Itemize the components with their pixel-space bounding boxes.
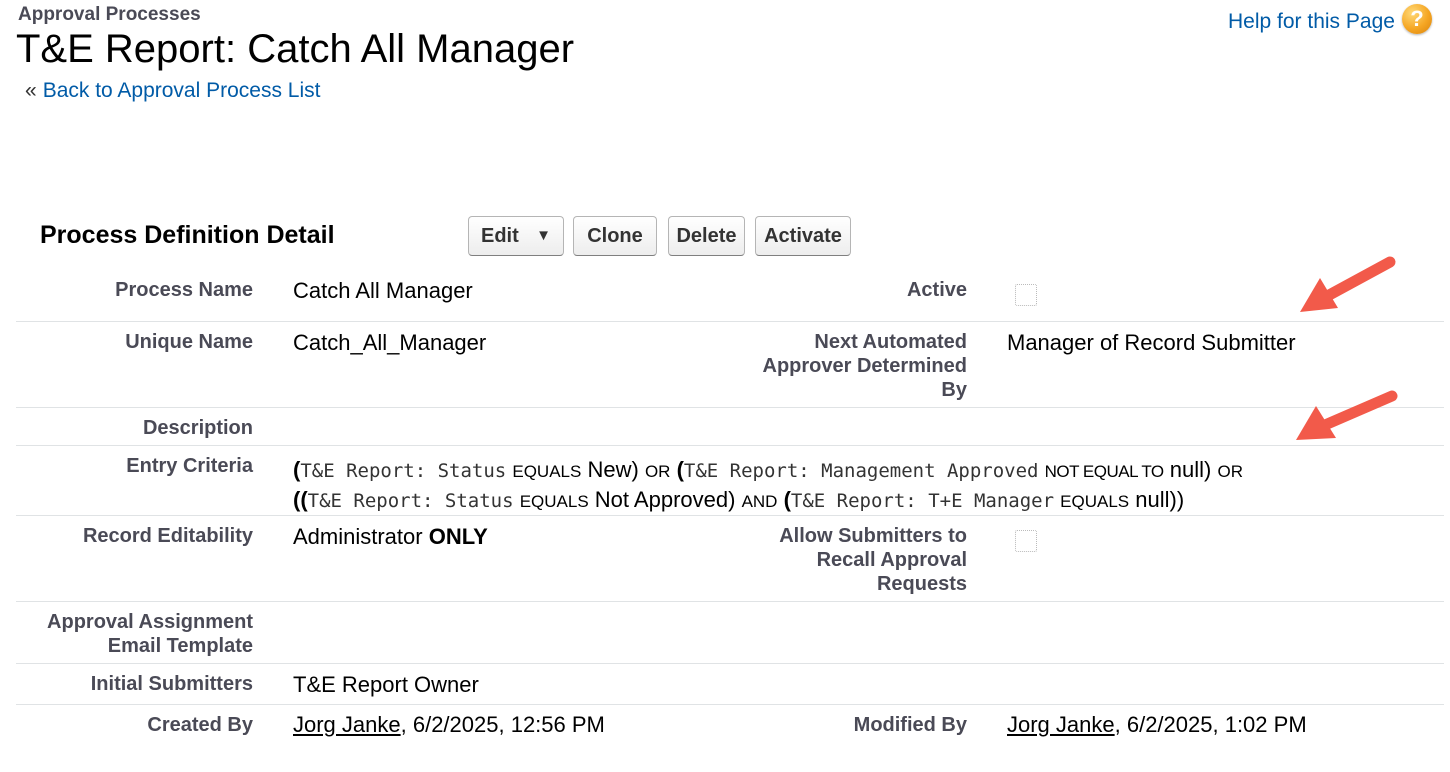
created-by-value: Jorg Janke, 6/2/2025, 12:56 PM (293, 713, 605, 737)
criteria-join: OR (1217, 462, 1243, 481)
criteria-field: T&E Report: T+E Manager (790, 490, 1055, 512)
row-divider (16, 704, 1444, 705)
criteria-join: OR (644, 462, 671, 481)
page-title: T&E Report: Catch All Manager (16, 27, 575, 71)
entry-criteria-label: Entry Criteria (126, 455, 253, 477)
criteria-value: New) (587, 457, 639, 482)
process-name-value: Catch All Manager (293, 278, 473, 303)
criteria-operator: EQUALS (519, 492, 589, 511)
next-approver-label-line: Approver Determined (762, 355, 968, 377)
criteria-field: T&E Report: Management Approved (683, 460, 1039, 482)
paren: ( (783, 487, 791, 512)
help-link[interactable]: Help for this Page (1228, 10, 1395, 34)
row-divider (16, 407, 1444, 408)
next-approver-label-line: By (941, 379, 967, 401)
next-approver-label-line: Next Automated (814, 331, 967, 353)
unique-name-label: Unique Name (125, 331, 253, 353)
breadcrumb: Approval Processes (18, 4, 201, 25)
criteria-operator: EQUALS (1060, 492, 1130, 511)
modified-by-value: Jorg Janke, 6/2/2025, 1:02 PM (1007, 713, 1307, 737)
created-by-label: Created By (147, 714, 253, 736)
back-link-container: « Back to Approval Process List (25, 79, 321, 103)
activate-button[interactable]: Activate (755, 216, 851, 256)
allow-recall-label-line: Allow Submitters to (779, 525, 967, 547)
chevron-down-icon[interactable]: ▼ (536, 217, 551, 255)
entry-criteria-value: (T&E Report: Status EQUALS New) OR (T&E … (293, 456, 1243, 516)
email-template-label-line: Email Template (107, 635, 253, 657)
allow-recall-label-line: Requests (876, 573, 967, 595)
allow-recall-label-line: Recall Approval (816, 549, 967, 571)
process-name-label: Process Name (115, 279, 253, 301)
allow-recall-label: Allow Submitters to Recall Approval Requ… (707, 524, 967, 596)
modified-by-date: , 6/2/2025, 1:02 PM (1114, 712, 1307, 737)
allow-recall-checkbox (1015, 530, 1037, 552)
criteria-operator: NOT EQUAL TO (1044, 462, 1165, 481)
created-by-user-link[interactable]: Jorg Janke (293, 712, 401, 737)
section-title: Process Definition Detail (40, 221, 335, 249)
entry-criteria-line-1: (T&E Report: Status EQUALS New) OR (T&E … (293, 456, 1243, 486)
annotation-arrow-icon (1300, 256, 1396, 312)
row-divider (16, 445, 1444, 446)
back-arrow-icon: « (25, 79, 37, 102)
email-template-label: Approval Assignment Email Template (13, 610, 253, 658)
delete-button[interactable]: Delete (668, 216, 745, 256)
criteria-join: AND (741, 492, 778, 511)
entry-criteria-line-2: ((T&E Report: Status EQUALS Not Approved… (293, 486, 1243, 516)
email-template-label-line: Approval Assignment (47, 611, 253, 633)
paren: (( (293, 487, 308, 512)
description-label: Description (142, 417, 253, 439)
initial-submitters-label: Initial Submitters (90, 673, 253, 695)
row-divider (16, 601, 1444, 602)
criteria-field: T&E Report: Status (307, 490, 514, 512)
criteria-value: Not Approved) (594, 487, 736, 512)
row-divider (16, 321, 1444, 322)
record-editability-label: Record Editability (82, 525, 253, 547)
modified-by-user-link[interactable]: Jorg Janke (1007, 712, 1115, 737)
initial-submitters-value: T&E Report Owner (293, 672, 479, 697)
criteria-value: null) (1169, 457, 1212, 482)
annotation-arrow-icon (1296, 390, 1398, 440)
criteria-value: null)) (1135, 487, 1185, 512)
paren: ( (676, 457, 684, 482)
criteria-field: T&E Report: Status (300, 460, 507, 482)
help-icon[interactable]: ? (1402, 4, 1432, 34)
modified-by-label: Modified By (853, 714, 967, 736)
active-label: Active (906, 279, 967, 301)
criteria-operator: EQUALS (512, 462, 582, 481)
unique-name-value: Catch_All_Manager (293, 330, 487, 355)
clone-button[interactable]: Clone (573, 216, 657, 256)
edit-button[interactable]: Edit ▼ (468, 216, 564, 256)
active-checkbox (1015, 284, 1037, 306)
row-divider (16, 515, 1444, 516)
next-approver-value: Manager of Record Submitter (1007, 330, 1296, 355)
record-editability-value: Administrator ONLY (293, 525, 488, 549)
row-divider (16, 663, 1444, 664)
next-approver-label: Next Automated Approver Determined By (707, 330, 968, 402)
edit-button-label: Edit (481, 225, 519, 247)
record-editability-suffix: ONLY (428, 524, 488, 549)
back-to-list-link[interactable]: Back to Approval Process List (43, 79, 321, 102)
record-editability-prefix: Administrator (293, 524, 423, 549)
created-by-date: , 6/2/2025, 12:56 PM (400, 712, 605, 737)
